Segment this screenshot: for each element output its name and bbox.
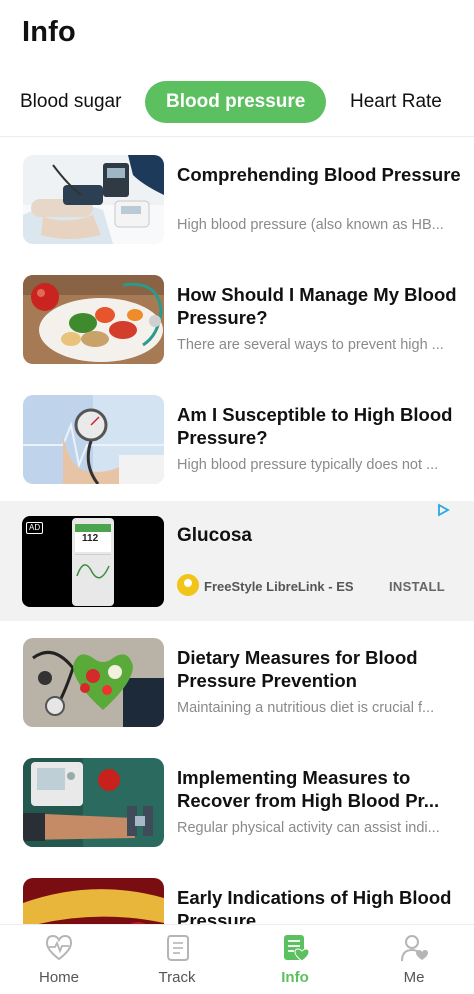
person-heart-icon xyxy=(401,935,428,962)
article-thumbnail-gauge xyxy=(23,395,164,484)
article-title: Comprehending Blood Pressure xyxy=(177,164,461,185)
nav-me[interactable]: Me xyxy=(355,925,473,994)
heart-pulse-icon xyxy=(45,934,73,961)
bottom-navigation: Home Track Info Me xyxy=(0,924,474,994)
article-card[interactable]: Implementing Measures to Recover from Hi… xyxy=(0,740,474,860)
ad-title: Glucosa xyxy=(177,525,252,546)
info-document-icon xyxy=(284,935,309,962)
article-title: Implementing Measures to Recover from Hi… xyxy=(177,767,440,811)
ad-install-button[interactable]: INSTALL xyxy=(389,579,445,594)
category-tabs: Blood sugar Blood pressure Heart Rate xyxy=(0,78,474,126)
nav-me-label: Me xyxy=(403,969,425,986)
article-card[interactable]: Early Indications of High Blood Pressure xyxy=(0,860,474,924)
article-thumbnail-artery xyxy=(23,878,164,924)
scroll-icon xyxy=(167,935,189,961)
article-thumbnail-heart-vegetables xyxy=(23,638,164,727)
ad-choices-icon[interactable] xyxy=(436,503,450,517)
tab-blood-pressure[interactable]: Blood pressure xyxy=(145,81,327,123)
ad-app-logo-icon xyxy=(177,574,199,596)
article-title: Am I Susceptible to High Blood Pressure? xyxy=(177,404,453,448)
article-card[interactable]: Dietary Measures for Blood Pressure Prev… xyxy=(0,620,474,740)
ad-image: AD 112 xyxy=(22,516,164,607)
page-title: Info xyxy=(22,16,76,48)
article-description: Maintaining a nutritious diet is crucial… xyxy=(177,700,435,716)
header: Info xyxy=(0,0,474,70)
article-thumbnail-bp-cuff xyxy=(23,155,164,244)
article-title: How Should I Manage My Blood Pressure? xyxy=(177,284,457,328)
article-thumbnail-exercise xyxy=(23,758,164,847)
article-card[interactable]: Am I Susceptible to High Blood Pressure?… xyxy=(0,377,474,497)
nav-home-label: Home xyxy=(38,969,79,986)
nav-home[interactable]: Home xyxy=(0,925,118,994)
article-description: High blood pressure typically does not .… xyxy=(177,457,439,473)
article-description: High blood pressure (also known as HB... xyxy=(177,217,444,233)
ad-brand: FreeStyle LibreLink - ES xyxy=(204,579,354,594)
nav-info[interactable]: Info xyxy=(236,925,354,994)
article-title: Dietary Measures for Blood Pressure Prev… xyxy=(177,647,418,691)
article-description: Regular physical activity can assist ind… xyxy=(177,820,440,836)
article-thumbnail-healthy-food xyxy=(23,275,164,364)
ad-screen-value: 112 xyxy=(82,533,99,544)
ad-banner[interactable]: AD 112 Glucosa FreeStyle LibreLink - ES … xyxy=(0,501,474,621)
article-title: Early Indications of High Blood Pressure xyxy=(177,887,452,924)
tab-heart-rate[interactable]: Heart Rate xyxy=(350,82,442,122)
article-card[interactable]: How Should I Manage My Blood Pressure? T… xyxy=(0,257,474,377)
nav-info-label: Info xyxy=(281,969,309,986)
nav-track[interactable]: Track xyxy=(118,925,236,994)
article-list[interactable]: Comprehending Blood Pressure High blood … xyxy=(0,137,474,924)
nav-track-label: Track xyxy=(158,969,196,986)
article-card[interactable]: Comprehending Blood Pressure High blood … xyxy=(0,137,474,257)
tab-blood-sugar[interactable]: Blood sugar xyxy=(20,82,121,122)
article-description: There are several ways to prevent high .… xyxy=(177,337,444,353)
